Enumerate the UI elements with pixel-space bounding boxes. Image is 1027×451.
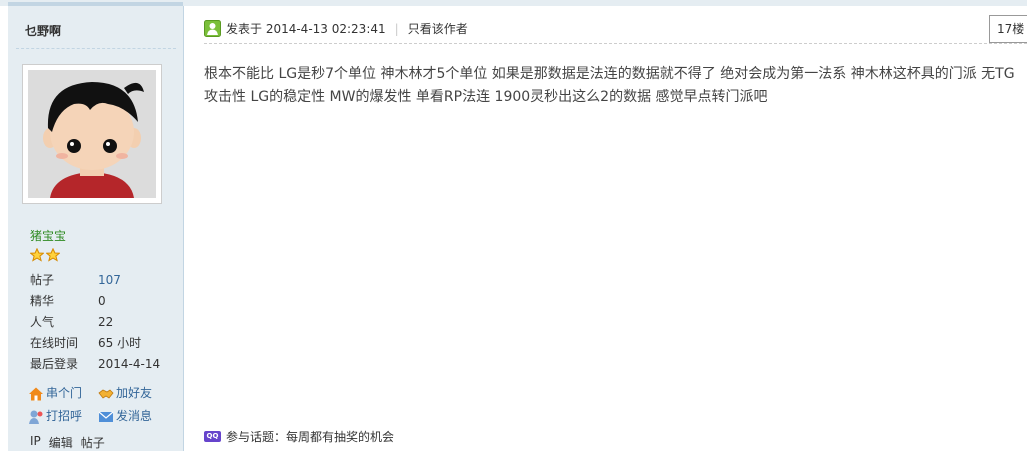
action-label: 打招呼 [46, 409, 83, 423]
stat-last-login: 最后登录 2014-4-14 [30, 354, 160, 375]
user-stats: 帖子 107 精华 0 人气 22 在线时间 65 小时 最后登录 2014-4… [30, 270, 160, 375]
action-label: 串个门 [46, 386, 83, 400]
topic-footer: QQ 参与话题：每周都有抽奖的机会 [204, 428, 394, 445]
greet-icon [29, 410, 43, 424]
header-divider [204, 43, 1027, 45]
stat-label: 在线时间 [30, 336, 79, 350]
handshake-icon [98, 388, 114, 399]
greet-button[interactable]: 打招呼 [28, 405, 98, 428]
send-message-button[interactable]: 发消息 [98, 405, 168, 428]
action-row: 打招呼 发消息 [28, 405, 178, 428]
author-sidebar: 乜野啊 猪宝宝 帖子 107 精华 0 人气 22 在线时间 65 小时 最后登… [8, 6, 184, 451]
stat-value: 22 [98, 315, 114, 329]
user-group[interactable]: 猪宝宝 [30, 227, 66, 244]
floor-number[interactable]: 17楼 [989, 15, 1027, 43]
stat-popularity: 人气 22 [30, 312, 160, 333]
star-icon [46, 248, 60, 262]
stat-label: 人气 [30, 315, 55, 329]
topic-icon: QQ [204, 431, 221, 442]
topic-link[interactable]: 参与话题：每周都有抽奖的机会 [226, 428, 394, 445]
edit-link[interactable]: 编辑 [49, 434, 73, 451]
mail-icon [98, 411, 114, 422]
post-timestamp: 发表于 2014-4-13 02:23:41 [226, 22, 386, 36]
user-actions: 串个门 加好友 打招呼 发消息 [28, 382, 178, 428]
stat-value[interactable]: 107 [98, 270, 121, 291]
post-content: 根本不能比 LG是秒7个单位 神木林才5个单位 如果是那数据是法连的数据就不得了… [204, 66, 1015, 105]
online-status-icon [204, 20, 221, 37]
stat-label: 精华 [30, 294, 55, 308]
post-header: 发表于 2014-4-13 02:23:41 | 只看该作者 [204, 20, 468, 37]
author-username[interactable]: 乜野啊 [25, 22, 61, 39]
stat-value: 2014-4-14 [98, 357, 161, 371]
stat-label: 帖子 [30, 273, 55, 287]
action-label: 发消息 [116, 409, 153, 423]
stat-label: 最后登录 [30, 357, 79, 371]
home-icon [29, 387, 43, 400]
avatar[interactable] [22, 64, 162, 204]
stat-value: 65 小时 [98, 336, 142, 350]
action-row: 串个门 加好友 [28, 382, 178, 405]
stat-online-time: 在线时间 65 小时 [30, 333, 160, 354]
username-divider [16, 48, 176, 50]
stat-posts: 帖子 107 [30, 270, 160, 291]
posts-link[interactable]: 帖子 [81, 434, 105, 451]
stat-digest: 精华 0 [30, 291, 160, 312]
action-label: 加好友 [116, 386, 153, 400]
avatar-image [28, 70, 156, 198]
rank-stars [30, 248, 60, 262]
star-icon [30, 248, 44, 262]
visit-home-button[interactable]: 串个门 [28, 382, 98, 405]
add-friend-button[interactable]: 加好友 [98, 382, 168, 405]
view-author-only-link[interactable]: 只看该作者 [408, 20, 468, 37]
ip-link[interactable]: IP [30, 434, 41, 451]
header-separator: | [394, 21, 399, 36]
stat-value: 0 [98, 294, 106, 308]
admin-links: IP 编辑 帖子 [30, 434, 105, 451]
